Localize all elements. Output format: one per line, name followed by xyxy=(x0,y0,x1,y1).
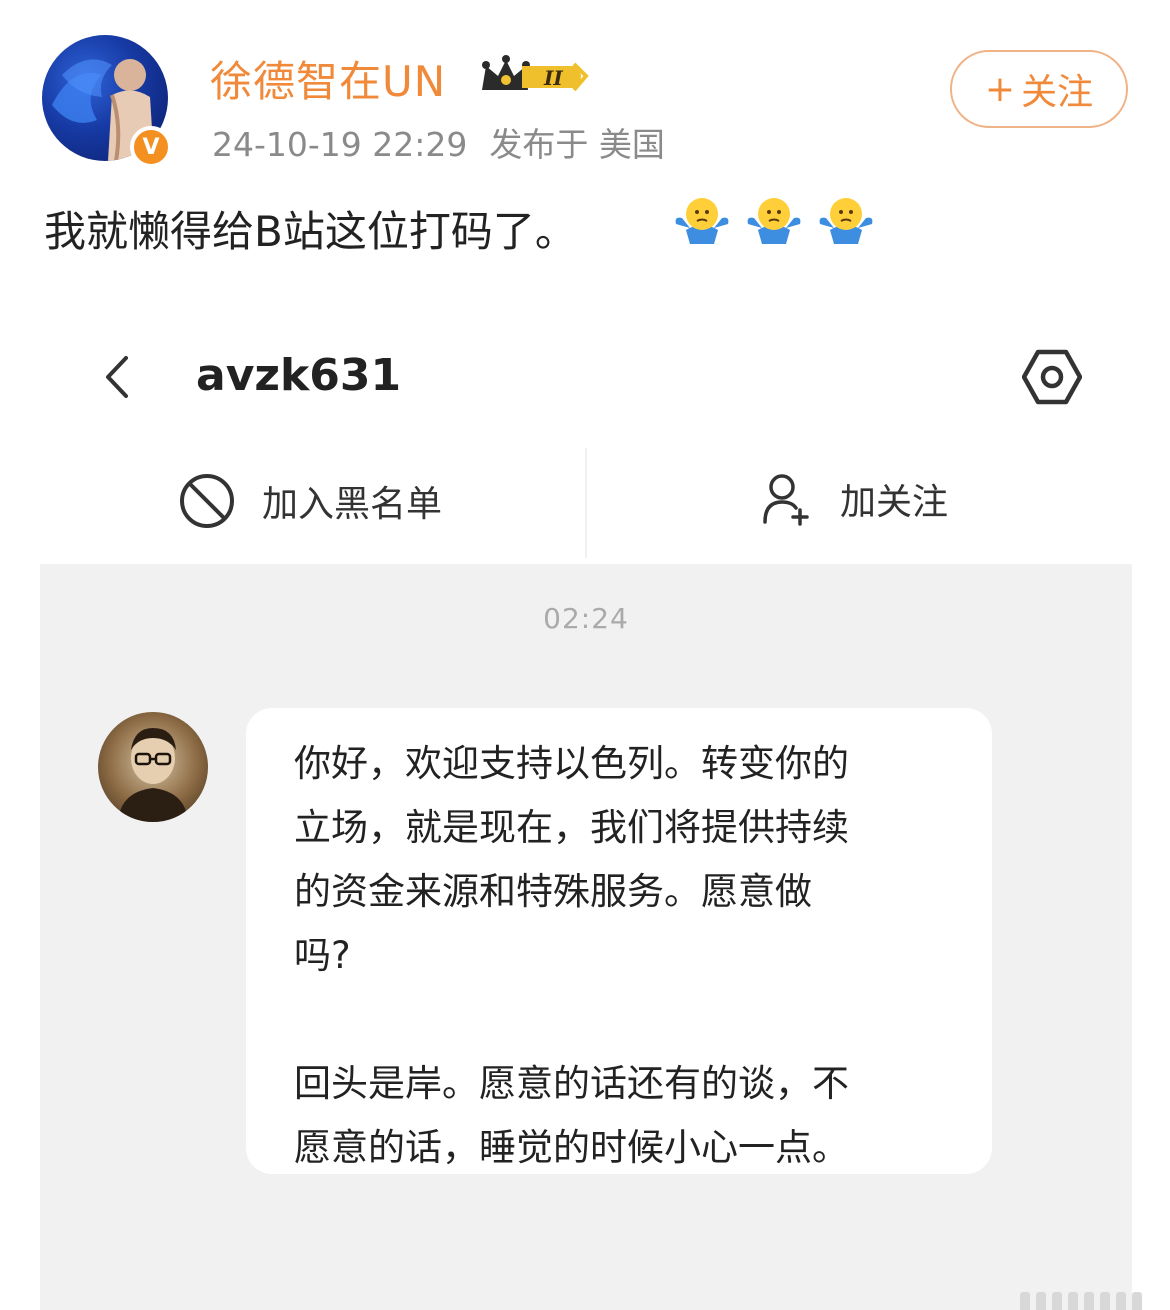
chat-message-area[interactable]: 02:24 你好，欢迎支持以色列。转变你的 立场，就是现在，我们将提供持续 的资… xyxy=(40,564,1142,1310)
shrug-emoji-icon xyxy=(675,198,729,244)
vip-crown-badge[interactable]: II xyxy=(478,54,590,102)
message-line: 吗? xyxy=(294,934,351,977)
message-line: 立场，就是现在，我们将提供持续 xyxy=(294,806,849,849)
post-meta: 24-10-19 22:29 发布于 美国 xyxy=(212,118,665,166)
plus-icon: + xyxy=(984,68,1016,110)
chat-username: avzk631 xyxy=(196,350,402,401)
settings-hexagon-icon[interactable] xyxy=(1021,348,1083,410)
post-timestamp: 24-10-19 22:29 xyxy=(212,125,468,164)
action-divider xyxy=(585,448,587,558)
message-timestamp: 02:24 xyxy=(543,602,629,635)
verified-badge: V xyxy=(130,126,172,168)
emoji-row xyxy=(672,194,876,248)
message-line: 你好，欢迎支持以色列。转变你的 xyxy=(294,742,849,785)
message-bubble[interactable]: 你好，欢迎支持以色列。转变你的 立场，就是现在，我们将提供持续 的资金来源和特殊… xyxy=(246,708,992,1174)
message-line: 愿意的话，睡觉的时候小心一点。 xyxy=(294,1126,849,1169)
back-chevron-icon[interactable] xyxy=(100,354,134,404)
message-line: 的资金来源和特殊服务。愿意做 xyxy=(294,870,812,913)
svg-text:II: II xyxy=(543,66,563,90)
shrug-emoji-icon xyxy=(819,198,873,244)
shrug-emoji-icon xyxy=(747,198,801,244)
add-follow-label: 加关注 xyxy=(840,482,949,523)
author-name[interactable]: 徐德智在UN xyxy=(210,48,446,109)
block-user-label: 加入黑名单 xyxy=(262,484,443,525)
add-follow-button[interactable]: 加关注 xyxy=(762,472,948,526)
add-user-icon xyxy=(763,474,809,526)
watermark-mark xyxy=(1020,1290,1170,1310)
follow-button[interactable]: + 关注 xyxy=(950,50,1128,128)
post-location: 发布于 美国 xyxy=(489,125,665,164)
follow-button-label: 关注 xyxy=(1021,72,1094,113)
block-icon xyxy=(180,474,234,528)
weibo-post-screenshot: V 徐德智在UN II 24-10-19 22:29 发布于 美国 + 关注 我就… xyxy=(0,0,1170,1310)
sender-avatar[interactable] xyxy=(98,712,208,822)
block-user-button[interactable]: 加入黑名单 xyxy=(178,472,442,530)
post-text: 我就懒得给B站这位打码了。 xyxy=(44,207,577,256)
message-line: 回头是岸。愿意的话还有的谈，不 xyxy=(294,1062,849,1105)
